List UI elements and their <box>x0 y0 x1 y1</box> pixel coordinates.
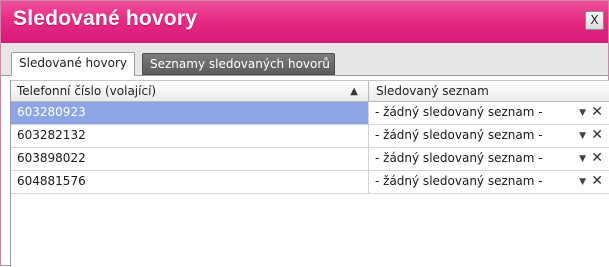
grid-header: Telefonní číslo (volající) ▲ Sledovaný s… <box>11 80 609 102</box>
tab-tracked-calls[interactable]: Sledované hovory <box>11 52 135 76</box>
close-button[interactable]: X <box>585 11 604 30</box>
phone-cell: 604881576 <box>11 171 369 193</box>
chevron-down-icon[interactable]: ▼ <box>579 148 586 170</box>
list-select-value: - žádný sledovaný seznam - <box>375 128 543 142</box>
list-select-value: - žádný sledovaný seznam - <box>375 174 543 188</box>
close-icon[interactable]: ✕ <box>591 125 603 146</box>
list-select-value: - žádný sledovaný seznam - <box>375 151 543 165</box>
list-select[interactable]: - žádný sledovaný seznam - ▼ ✕ <box>369 125 609 147</box>
table-row[interactable]: 604881576 - žádný sledovaný seznam - ▼ ✕ <box>11 171 609 194</box>
list-select[interactable]: - žádný sledovaný seznam - ▼ ✕ <box>369 148 609 170</box>
list-select-value: - žádný sledovaný seznam - <box>375 105 543 119</box>
table-row[interactable]: 603280923 - žádný sledovaný seznam - ▼ ✕ <box>11 102 609 125</box>
chevron-down-icon[interactable]: ▼ <box>579 125 586 147</box>
close-icon[interactable]: ✕ <box>591 171 603 192</box>
table-row[interactable]: 603282132 - žádný sledovaný seznam - ▼ ✕ <box>11 125 609 148</box>
phone-cell: 603280923 <box>11 102 369 124</box>
chevron-down-icon[interactable]: ▼ <box>579 102 586 124</box>
phone-cell: 603282132 <box>11 125 369 147</box>
tracked-calls-grid: Telefonní číslo (volající) ▲ Sledovaný s… <box>10 80 609 267</box>
tab-tracked-call-lists[interactable]: Seznamy sledovaných hovorů <box>142 53 335 75</box>
chevron-down-icon[interactable]: ▼ <box>579 171 586 193</box>
column-header-phone[interactable]: Telefonní číslo (volající) ▲ <box>11 81 369 102</box>
title-bar: Sledované hovory X <box>1 1 608 43</box>
sort-ascending-icon: ▲ <box>350 86 358 97</box>
column-header-phone-label: Telefonní číslo (volající) <box>17 84 157 98</box>
table-row[interactable]: 603898022 - žádný sledovaný seznam - ▼ ✕ <box>11 148 609 171</box>
list-select[interactable]: - žádný sledovaný seznam - ▼ ✕ <box>369 171 609 193</box>
window-title: Sledované hovory <box>13 7 198 30</box>
tracked-calls-window: Sledované hovory X Sledované hovory Sezn… <box>0 0 609 267</box>
close-icon[interactable]: ✕ <box>591 148 603 169</box>
phone-cell: 603898022 <box>11 148 369 170</box>
column-header-list-label: Sledovaný seznam <box>376 84 489 98</box>
tab-strip: Sledované hovory Seznamy sledovaných hov… <box>1 43 608 76</box>
list-select[interactable]: - žádný sledovaný seznam - ▼ ✕ <box>369 102 609 124</box>
close-icon[interactable]: ✕ <box>591 102 603 123</box>
column-header-list[interactable]: Sledovaný seznam <box>369 81 609 102</box>
